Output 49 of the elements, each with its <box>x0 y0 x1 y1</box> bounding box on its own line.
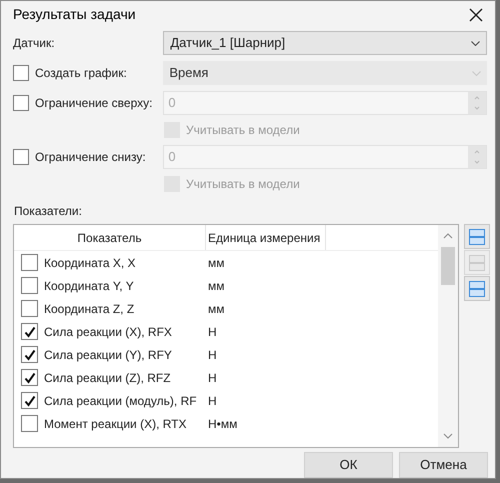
table-cell-text: Н <box>208 370 217 386</box>
checkbox-label: Учитывать в модели <box>186 176 300 193</box>
checkbox-label: Создать график: <box>35 65 127 82</box>
column-header[interactable]: Единица измерения <box>206 225 326 250</box>
checkbox-label: Ограничение сверху: <box>35 95 152 112</box>
table-cell-text: Координата X, X <box>44 254 136 272</box>
rows-icon <box>469 228 485 244</box>
checkbox[interactable] <box>21 277 38 294</box>
sensor-dropdown[interactable]: Датчик_1 [Шарнир] <box>163 31 487 55</box>
table-cell-text: Сила реакции (модуль), RF <box>44 392 197 410</box>
table-cell-text: мм <box>208 300 224 318</box>
table-cell-text: Сила реакции (Z), RFZ <box>44 370 171 386</box>
dialog-button[interactable]: ОК <box>304 452 393 478</box>
checkbox-label: Ограничение снизу: <box>35 149 146 166</box>
caret-icon <box>471 40 480 46</box>
checkbox[interactable] <box>21 323 38 340</box>
caret-icon <box>472 70 481 76</box>
field-label: Датчик: <box>13 35 56 52</box>
table-cell-text: Н•мм <box>208 416 238 432</box>
checkbox[interactable] <box>21 415 38 432</box>
table-cell-text: Сила реакции (Y), RFY <box>44 346 172 364</box>
checkbox[interactable] <box>21 300 38 317</box>
scrollbar[interactable] <box>438 225 458 447</box>
table-cell-text: Момент реакции (X), RTX <box>44 416 187 432</box>
window-title: Результаты задачи <box>13 5 136 24</box>
column-header[interactable]: Показатель <box>14 225 206 250</box>
table-cell-text: мм <box>208 254 224 272</box>
table-cell-text: Н <box>208 346 217 364</box>
rows-icon <box>469 280 485 296</box>
checkbox[interactable] <box>21 369 38 386</box>
list-tool-button[interactable] <box>464 224 490 249</box>
checkbox[interactable] <box>21 254 38 271</box>
table-cell-text: Н <box>208 324 217 340</box>
table-cell-text: Координата Z, Z <box>44 300 134 318</box>
rows-icon <box>469 254 485 270</box>
checkbox-label: Учитывать в модели <box>186 122 300 139</box>
dialog-button[interactable]: Отмена <box>399 452 488 478</box>
scroll-up-icon[interactable] <box>443 233 453 239</box>
list-tool-button[interactable] <box>464 276 490 301</box>
scroll-down-icon[interactable] <box>443 433 453 439</box>
checkbox[interactable] <box>21 346 38 363</box>
checkbox[interactable] <box>21 392 38 409</box>
section-label: Показатели: <box>13 203 83 220</box>
scroll-thumb[interactable] <box>441 247 455 285</box>
table-cell-text: мм <box>208 278 224 294</box>
table-cell-text: Координата Y, Y <box>44 278 134 294</box>
close-icon[interactable] <box>469 8 483 22</box>
table-cell-text: Н <box>208 392 217 410</box>
table-cell-text: Сила реакции (X), RFX <box>44 324 172 340</box>
